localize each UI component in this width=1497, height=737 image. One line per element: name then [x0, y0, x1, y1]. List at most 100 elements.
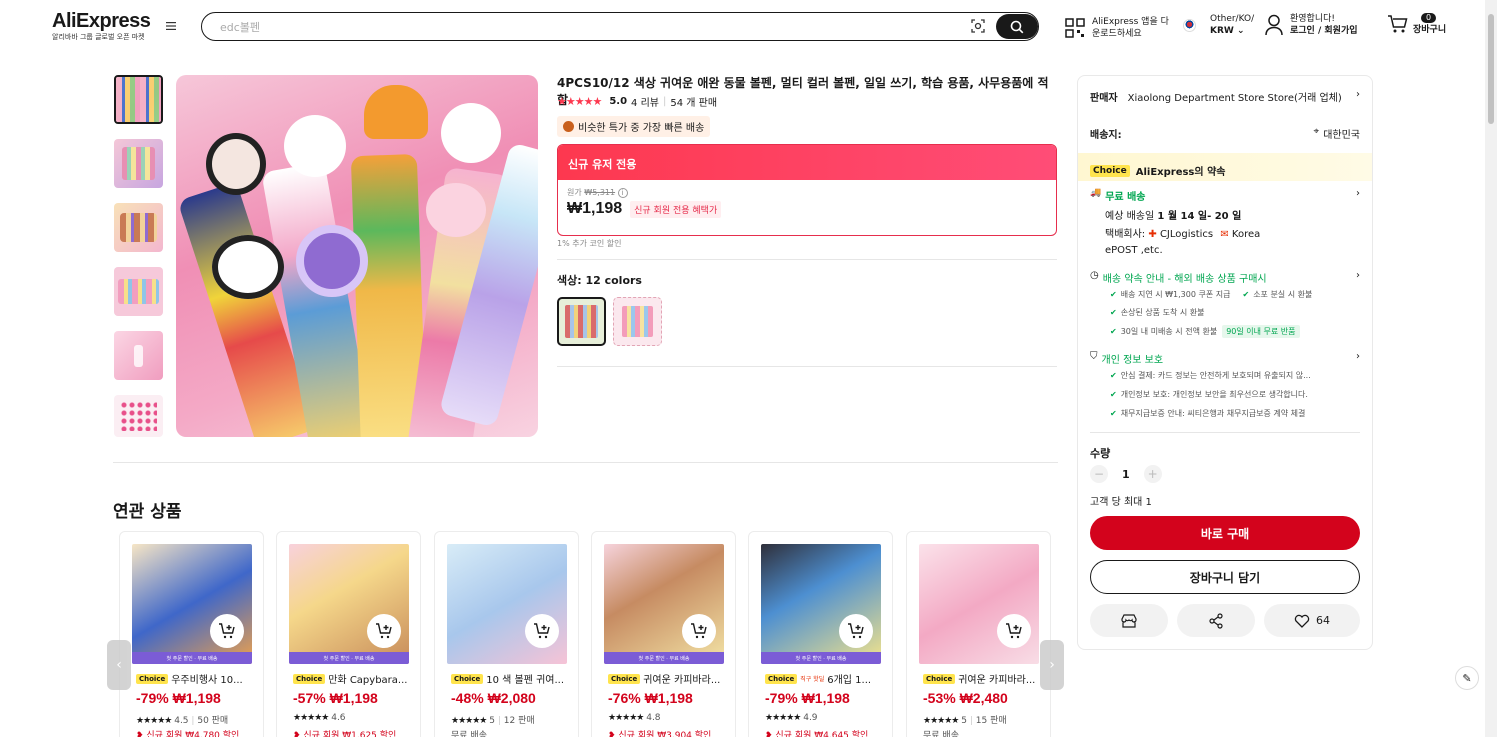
related-product-card[interactable]: 첫 주문 할인 · 무료 배송 Choice 직구 핫딜 6개입 1... -79… — [748, 531, 893, 737]
divider: | — [662, 96, 667, 107]
currency-label: KRW — [1210, 26, 1234, 36]
rating-row: ★★★★★ 4.6 — [293, 713, 346, 723]
increment-button[interactable]: + — [1143, 465, 1162, 483]
thumbnail-5[interactable] — [114, 331, 163, 380]
product-main-image[interactable] — [176, 75, 538, 437]
chevron-down-icon: ⌄ — [1236, 26, 1245, 36]
scrollbar-thumb[interactable] — [1488, 14, 1494, 124]
aliexpress-logo[interactable]: AliExpress — [52, 10, 151, 33]
color-swatch-2[interactable] — [613, 297, 662, 346]
product-name: 만화 Capybara... — [328, 675, 408, 686]
promo-band: 첫 주문 할인 · 무료 배송 — [132, 652, 252, 664]
eta-row: 예상 배송일 1 월 14 일- 20 일 — [1105, 207, 1241, 222]
product-price: ₩2,480 — [959, 690, 1008, 706]
guarantee-line-2: ✔ 손상된 상품 도착 시 환불 — [1110, 307, 1204, 318]
product-name-row[interactable]: Choice 우주비행사 10... — [136, 671, 254, 686]
region-selector[interactable]: Other/KO/KRW ⌄ — [1183, 13, 1254, 37]
decrement-button[interactable]: − — [1090, 465, 1108, 483]
add-to-cart-button[interactable] — [997, 614, 1031, 648]
choice-badge: Choice — [1090, 164, 1130, 177]
search-bar — [201, 12, 1039, 41]
hamburger-menu-icon[interactable] — [164, 20, 178, 32]
info-icon[interactable]: i — [617, 188, 628, 198]
seller-name[interactable]: Xiaolong Department Store Store(거래 업체) — [1128, 89, 1342, 104]
coupon-icon: ❥ — [765, 731, 776, 737]
privacy-title: 개인 정보 보호 — [1101, 355, 1164, 366]
product-name-row[interactable]: Choice 직구 핫딜 6개입 1... — [765, 671, 883, 686]
add-to-cart-button[interactable] — [682, 614, 716, 648]
product-name-row[interactable]: Choice 10 색 볼펜 귀여... — [451, 671, 569, 686]
add-to-cart-button[interactable] — [525, 614, 559, 648]
add-to-cart-button[interactable] — [210, 614, 244, 648]
carousel-next-button[interactable]: › — [1040, 640, 1064, 690]
product-name-row[interactable]: Choice 만화 Capybara... — [293, 671, 411, 686]
check-icon: ✔ — [1110, 390, 1117, 399]
search-input[interactable] — [220, 18, 920, 36]
product-image[interactable] — [919, 544, 1039, 664]
add-to-cart-button[interactable] — [839, 614, 873, 648]
color-swatch-1[interactable] — [557, 297, 606, 346]
ship-to-row[interactable]: 배송지: ⌖ 대한민국 — [1090, 126, 1360, 141]
korea-flag-icon — [1183, 18, 1196, 32]
search-button[interactable] — [996, 14, 1038, 39]
guarantee-3: 손상된 상품 도착 시 환불 — [1120, 308, 1205, 317]
related-product-card[interactable]: 첫 주문 할인 · 무료 배송 Choice 만화 Capybara... -5… — [276, 531, 421, 737]
thumbnail-3[interactable] — [114, 203, 163, 252]
edit-feedback-button[interactable]: ✎ — [1455, 666, 1479, 690]
product-image[interactable] — [447, 544, 567, 664]
account-menu[interactable]: 환영합니다! 로그인 / 회원가입 — [1265, 13, 1358, 37]
buy-now-button[interactable]: 바로 구매 — [1090, 516, 1360, 550]
related-product-card[interactable]: 첫 주문 할인 · 무료 배송 Choice 우주비행사 10... -79% … — [119, 531, 264, 737]
discount-percent: -79% — [136, 690, 169, 706]
original-price-label: 원가 — [567, 188, 582, 197]
thumbnail-6[interactable] — [114, 395, 163, 437]
extra-benefit: ❥ 신규 회원 ₩4,780 할인 — [136, 728, 239, 737]
product-name: 우주비행사 10... — [171, 675, 243, 686]
related-product-card[interactable]: Choice 10 색 볼펜 귀여... -48% ₩2,080 ★★★★★ 5… — [434, 531, 579, 737]
login-signup-link[interactable]: 로그인 / 회원가입 — [1290, 25, 1358, 37]
share-button[interactable] — [1177, 604, 1255, 637]
quantity-stepper[interactable]: − 1 + — [1090, 465, 1162, 483]
app-download-link[interactable]: AliExpress 앱을 다 운로드하세요 — [1065, 16, 1169, 40]
rating-row[interactable]: ★★★★★ 5.0 4 리뷰 | 54 개 판매 — [557, 94, 717, 109]
related-product-card[interactable]: Choice 귀여운 카피바라... -53% ₩2,480 ★★★★★ 5 |… — [906, 531, 1051, 737]
chevron-right-icon: › — [1356, 270, 1360, 281]
product-price: ₩1,198 — [644, 690, 693, 706]
product-image[interactable]: 첫 주문 할인 · 무료 배송 — [132, 544, 252, 664]
thumbnail-2[interactable] — [114, 139, 163, 188]
product-name-row[interactable]: Choice 귀여운 카피바라... — [923, 671, 1041, 686]
image-search-icon[interactable] — [970, 18, 986, 34]
product-name-row[interactable]: Choice 귀여운 카피바라... — [608, 671, 726, 686]
check-icon: ✔ — [1110, 327, 1117, 336]
product-image[interactable]: 첫 주문 할인 · 무료 배송 — [604, 544, 724, 664]
add-to-cart-button[interactable]: 장바구니 담기 — [1090, 560, 1360, 594]
related-products-title: 연관 상품 — [113, 502, 182, 522]
thumbnail-1[interactable] — [114, 75, 163, 124]
seller-row[interactable]: 판매자 Xiaolong Department Store Store(거래 업… — [1090, 89, 1360, 104]
discount-percent: -48% — [451, 690, 484, 706]
product-image[interactable]: 첫 주문 할인 · 무료 배송 — [289, 544, 409, 664]
wishlist-button[interactable]: 64 — [1264, 604, 1360, 637]
eta-dates: 1 월 14 일- 20 일 — [1157, 211, 1242, 222]
qr-code-icon — [1065, 18, 1085, 38]
rating-stars: ★★★★★ — [557, 95, 602, 108]
cart-link[interactable]: 0 장바구니 — [1387, 12, 1446, 36]
price-row: -57% ₩1,198 — [293, 690, 378, 706]
store-button[interactable] — [1090, 604, 1168, 637]
review-count[interactable]: 4 리뷰 — [631, 94, 659, 109]
discount-percent: -79% — [765, 690, 798, 706]
quantity-value[interactable]: 1 — [1122, 468, 1130, 481]
thumbnail-4[interactable] — [114, 267, 163, 316]
guarantee-row[interactable]: ◷ 배송 약속 안내 - 해외 배송 상품 구매시 › — [1090, 270, 1360, 285]
product-image[interactable]: 첫 주문 할인 · 무료 배송 — [761, 544, 881, 664]
privacy-row[interactable]: ⛉ 개인 정보 보호 › — [1090, 351, 1360, 366]
rating-value: 5 — [961, 716, 967, 726]
benefit-text: 신규 회원 ₩3,904 할인 — [618, 731, 712, 737]
related-product-card[interactable]: 첫 주문 할인 · 무료 배송 Choice 귀여운 카피바라... -76% … — [591, 531, 736, 737]
discount-percent: -57% — [293, 690, 326, 706]
add-to-cart-button[interactable] — [367, 614, 401, 648]
privacy-line-2: ✔ 개인정보 보호: 개인정보 보안을 최우선으로 생각합니다. — [1110, 389, 1308, 400]
free-shipping-row[interactable]: 🚚 무료 배송 › — [1090, 188, 1360, 203]
carousel-prev-button[interactable]: ‹ — [107, 640, 131, 690]
new-user-tag: 신규 회원 전용 혜택가 — [630, 200, 722, 218]
